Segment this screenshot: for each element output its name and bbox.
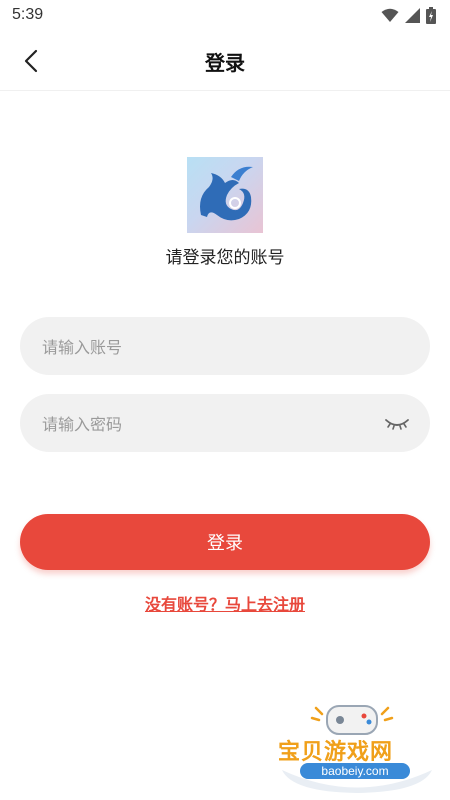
- eye-closed-icon: [385, 419, 409, 430]
- status-bar: 5:39: [0, 0, 450, 32]
- battery-icon: [426, 7, 436, 24]
- watermark-text: 宝贝游戏网: [278, 740, 394, 765]
- password-input[interactable]: [40, 394, 384, 454]
- status-time: 5:39: [12, 6, 44, 23]
- watermark-url: baobeiy.com: [300, 763, 410, 779]
- register-link[interactable]: 没有账号？马上去注册: [0, 591, 450, 615]
- status-icons: [381, 7, 436, 24]
- password-visibility-toggle[interactable]: [384, 413, 410, 433]
- wifi-icon: [381, 8, 399, 22]
- login-subtitle: 请登录您的账号: [165, 248, 285, 268]
- signal-icon: [405, 8, 420, 23]
- account-field: [20, 317, 430, 377]
- password-field: [20, 394, 430, 454]
- page-title: 登录: [205, 51, 245, 75]
- watermark: 宝贝游戏网 baobeiy.com: [272, 700, 442, 795]
- nav-bar: 登录: [0, 32, 450, 91]
- account-input[interactable]: [40, 317, 384, 377]
- login-button[interactable]: 登录: [20, 514, 430, 570]
- app-logo: [187, 157, 263, 233]
